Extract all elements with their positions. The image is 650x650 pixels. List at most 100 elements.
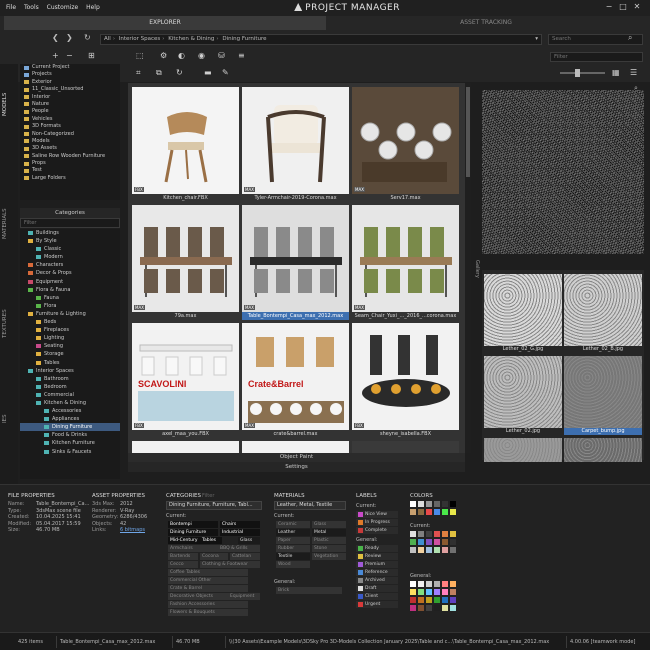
slider-handle[interactable] bbox=[575, 69, 580, 77]
color-swatch[interactable] bbox=[418, 501, 424, 507]
label-item[interactable]: Nice View bbox=[356, 511, 398, 518]
color-swatch[interactable] bbox=[410, 509, 416, 515]
category-item[interactable]: Fauna bbox=[20, 294, 120, 302]
search-icon[interactable]: ⌕ bbox=[634, 84, 638, 93]
color-swatch[interactable] bbox=[418, 605, 424, 611]
scrollbar-thumb[interactable] bbox=[466, 87, 470, 177]
tree-item[interactable]: Test bbox=[20, 167, 120, 174]
color-swatch[interactable] bbox=[418, 589, 424, 595]
color-swatch[interactable] bbox=[426, 581, 432, 587]
sort-icon[interactable]: ☰ bbox=[630, 68, 637, 77]
category-tag[interactable]: Tables bbox=[200, 537, 222, 544]
category-item[interactable]: Furniture & Lighting bbox=[20, 310, 120, 318]
category-item[interactable]: Decor & Props bbox=[20, 269, 120, 277]
refresh-icon[interactable]: ↻ bbox=[84, 33, 91, 42]
refresh-icon[interactable]: ↻ bbox=[176, 68, 183, 77]
edit-icon[interactable]: ✎ bbox=[222, 68, 229, 77]
tree-item[interactable]: People bbox=[20, 108, 120, 115]
categories-filter-input[interactable]: Filter bbox=[20, 218, 120, 228]
menu-icon[interactable]: ≡ bbox=[238, 51, 245, 60]
category-tag[interactable]: Cattelan bbox=[230, 553, 260, 560]
color-swatch[interactable] bbox=[426, 547, 432, 553]
color-swatch[interactable] bbox=[426, 605, 432, 611]
material-tag[interactable]: Plastic bbox=[312, 537, 346, 544]
expand-icon[interactable]: ⊞ bbox=[88, 51, 95, 60]
color-swatch[interactable] bbox=[410, 531, 416, 537]
color-swatch[interactable] bbox=[442, 509, 448, 515]
maximize-button[interactable]: □ bbox=[616, 2, 630, 11]
menu-tools[interactable]: Tools bbox=[24, 0, 39, 16]
gallery-image[interactable] bbox=[484, 356, 562, 428]
tree-item[interactable]: Exterior bbox=[20, 79, 120, 86]
object-paint-button[interactable]: Object Paint bbox=[128, 453, 465, 462]
side-tab-materials[interactable]: MATERIALS bbox=[2, 194, 14, 254]
thumbnail-size-slider[interactable] bbox=[560, 72, 605, 74]
tree-item[interactable]: Non-Categorized bbox=[20, 131, 120, 138]
label-item[interactable]: Reference bbox=[356, 569, 398, 576]
gallery-image[interactable] bbox=[484, 274, 562, 346]
breadcrumb-item[interactable]: Interior Spaces bbox=[119, 36, 160, 42]
settings-button[interactable]: Settings bbox=[128, 462, 465, 472]
color-swatch[interactable] bbox=[410, 589, 416, 595]
color-swatch[interactable] bbox=[450, 581, 456, 587]
menu-help[interactable]: Help bbox=[86, 0, 100, 16]
color-swatch[interactable] bbox=[450, 531, 456, 537]
gallery-item[interactable]: Lether_02_B.jpg bbox=[564, 274, 642, 352]
color-swatch[interactable] bbox=[434, 597, 440, 603]
color-swatch[interactable] bbox=[418, 547, 424, 553]
material-tag[interactable]: Leather bbox=[276, 529, 310, 536]
thumbnail-item[interactable]: MAX Table_Bontempi_Casa_max_2012.max bbox=[242, 205, 349, 320]
category-tag[interactable]: Cocona bbox=[200, 553, 228, 560]
side-tab-models[interactable]: MODELS bbox=[2, 74, 14, 134]
select-icon[interactable]: ⬚ bbox=[136, 51, 144, 60]
tree-item[interactable]: Projects bbox=[20, 71, 120, 78]
color-swatch[interactable] bbox=[418, 581, 424, 587]
category-item[interactable]: Bedroom bbox=[20, 383, 120, 391]
color-swatch[interactable] bbox=[426, 501, 432, 507]
color-swatch[interactable] bbox=[418, 597, 424, 603]
tree-item[interactable]: Vehicles bbox=[20, 116, 120, 123]
category-item[interactable]: Flora & Fauna bbox=[20, 286, 120, 294]
thumbnail-image[interactable]: FBX bbox=[132, 87, 239, 194]
texture-gallery[interactable]: Lether_02_G.jpg Lether_02_B.jpg Lether_02.… bbox=[482, 270, 644, 462]
color-swatch[interactable] bbox=[442, 581, 448, 587]
label-item[interactable]: Draft bbox=[356, 585, 398, 592]
tree-item[interactable]: Nature bbox=[20, 101, 120, 108]
thumbnail-image[interactable]: MAX bbox=[242, 205, 349, 312]
tag-icon[interactable]: ⌗ bbox=[136, 68, 141, 78]
category-tag[interactable]: Bontempi bbox=[168, 521, 218, 528]
gallery-item[interactable]: Lether_02.jpg bbox=[484, 356, 562, 434]
gallery-image[interactable] bbox=[484, 438, 562, 462]
category-tag[interactable]: Armchairs bbox=[168, 545, 218, 552]
color-swatch[interactable] bbox=[410, 539, 416, 545]
color-swatch[interactable] bbox=[442, 589, 448, 595]
color-swatch[interactable] bbox=[410, 581, 416, 587]
thumbnail-image[interactable]: MAX bbox=[132, 205, 239, 312]
material-tag[interactable]: Wood bbox=[276, 561, 310, 568]
tree-item[interactable]: 3D Formats bbox=[20, 123, 120, 130]
color-swatch[interactable] bbox=[426, 597, 432, 603]
tree-item[interactable]: 11_Classic_Unsorted bbox=[20, 86, 120, 93]
property-value[interactable]: 6 bitmaps bbox=[120, 527, 145, 533]
visibility-icon[interactable]: ◉ bbox=[198, 51, 205, 60]
material-tag[interactable]: Stone bbox=[312, 545, 346, 552]
color-swatch[interactable] bbox=[434, 501, 440, 507]
color-swatch[interactable] bbox=[410, 501, 416, 507]
back-icon[interactable]: ❮ bbox=[52, 33, 59, 42]
category-item[interactable]: Accessories bbox=[20, 407, 120, 415]
view-mode-icon[interactable]: ▦ bbox=[612, 68, 620, 77]
category-item[interactable]: Beds bbox=[20, 318, 120, 326]
minimize-button[interactable]: − bbox=[602, 2, 616, 11]
category-tag[interactable]: Fashion Accessories bbox=[168, 601, 248, 608]
thumbnail-image[interactable]: MAX bbox=[352, 205, 459, 312]
color-swatch[interactable] bbox=[442, 547, 448, 553]
category-tag[interactable]: Bartends bbox=[168, 553, 198, 560]
material-tag[interactable]: Glass bbox=[312, 521, 346, 528]
categories-tree[interactable]: Buildings By Style Classic Modern Characters… bbox=[20, 229, 120, 479]
color-swatch[interactable] bbox=[434, 581, 440, 587]
tree-item[interactable]: 3D Assets bbox=[20, 145, 120, 152]
category-item[interactable]: Fireplaces bbox=[20, 326, 120, 334]
color-swatch[interactable] bbox=[450, 589, 456, 595]
category-item[interactable]: Commercial bbox=[20, 391, 120, 399]
folder-tree[interactable]: Current Project Projects Exterior 11_Classi… bbox=[20, 64, 120, 200]
